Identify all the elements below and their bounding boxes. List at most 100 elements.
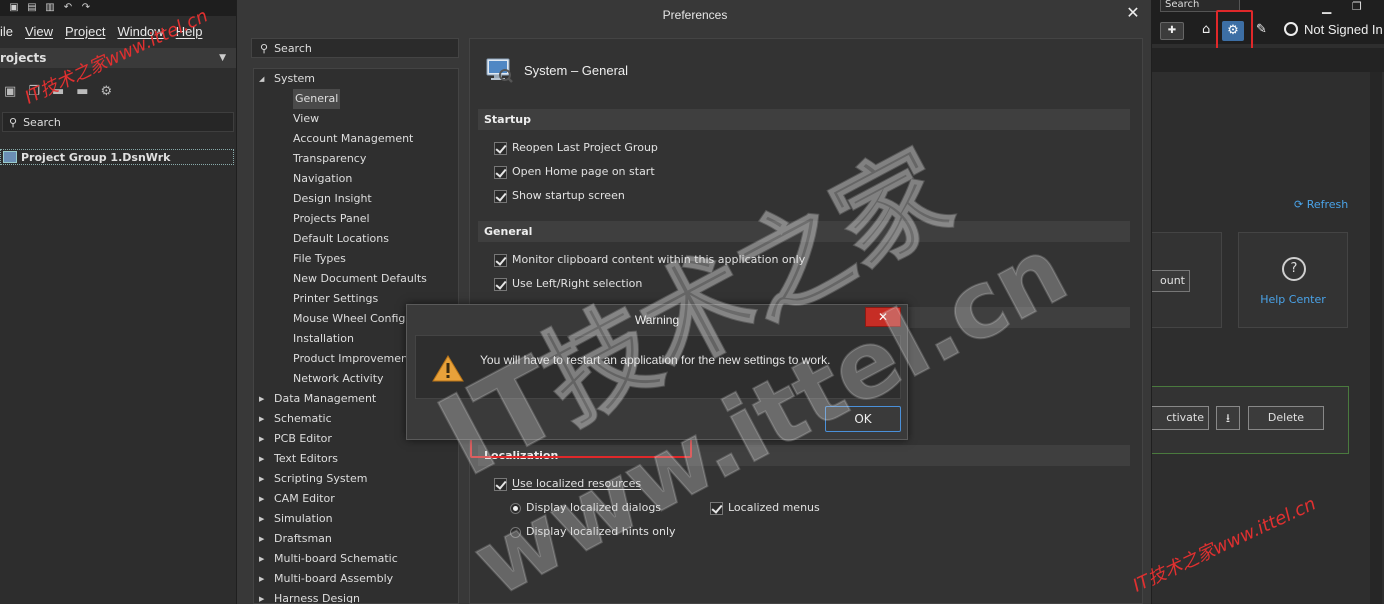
activate-button[interactable]: ctivate: [1152, 406, 1209, 430]
tree-item-projects-panel[interactable]: Projects Panel: [254, 209, 458, 229]
expand-arrow-icon[interactable]: ▶: [259, 489, 264, 509]
warning-title: Warning: [634, 313, 680, 327]
tree-item-label: Account Management: [293, 132, 414, 145]
tree-item-multi-board-schematic[interactable]: ▶ Multi-board Schematic: [254, 549, 458, 569]
open-home-checkbox[interactable]: [494, 165, 507, 179]
expand-arrow-icon[interactable]: ▶: [259, 429, 264, 449]
user-icon[interactable]: [1284, 22, 1298, 36]
ok-button[interactable]: OK: [825, 406, 901, 432]
option-reopen-last-project[interactable]: Reopen Last Project Group: [494, 138, 658, 158]
feedback-button[interactable]: ✚: [1160, 22, 1184, 40]
tree-item-file-types[interactable]: File Types: [254, 249, 458, 269]
save-project-icon[interactable]: ▣: [4, 84, 16, 99]
section-startup: Startup: [478, 109, 1130, 130]
redo-icon[interactable]: ↷: [80, 3, 92, 13]
collapse-arrow-icon[interactable]: ◢: [259, 69, 264, 89]
tree-item-simulation[interactable]: ▶ Simulation: [254, 509, 458, 529]
project-group-item[interactable]: Project Group 1.DsnWrk: [0, 149, 234, 165]
use-localized-checkbox[interactable]: [494, 477, 507, 491]
home-icon[interactable]: ⌂: [1202, 22, 1210, 37]
account-button[interactable]: ount: [1152, 270, 1190, 292]
search-icon: ⚲: [9, 115, 18, 129]
warning-close-button[interactable]: ✕: [865, 307, 901, 327]
tree-item-cam-editor[interactable]: ▶ CAM Editor: [254, 489, 458, 509]
expand-arrow-icon[interactable]: ▶: [259, 529, 264, 549]
menu-view[interactable]: View: [25, 24, 53, 39]
option-display-localized-dialogs[interactable]: Display localized dialogs: [510, 498, 661, 518]
expand-arrow-icon[interactable]: ▶: [259, 409, 264, 429]
expand-arrow-icon[interactable]: ▶: [259, 589, 264, 603]
startup-screen-checkbox[interactable]: [494, 189, 507, 203]
preferences-search-placeholder: Search: [274, 41, 312, 55]
menu-project[interactable]: Project: [65, 24, 105, 39]
menu-window[interactable]: Window: [117, 24, 163, 39]
projects-search-input[interactable]: ⚲ Search: [2, 112, 234, 132]
menu-file[interactable]: ile: [0, 24, 13, 39]
dialogs-radio[interactable]: [510, 502, 521, 514]
expand-arrow-icon[interactable]: ▶: [259, 469, 264, 489]
tree-item-label: Printer Settings: [293, 292, 379, 305]
tree-item-transparency[interactable]: Transparency: [254, 149, 458, 169]
tree-item-design-insight[interactable]: Design Insight: [254, 189, 458, 209]
reopen-checkbox[interactable]: [494, 141, 507, 155]
use-localized-label: Use localized resources: [512, 477, 642, 490]
tree-item-account-management[interactable]: Account Management: [254, 129, 458, 149]
download-icon[interactable]: ⭳: [1216, 406, 1240, 430]
user-status-label[interactable]: Not Signed In: [1304, 22, 1383, 37]
left-right-checkbox[interactable]: [494, 277, 507, 291]
tree-item-new-document-defaults[interactable]: New Document Defaults: [254, 269, 458, 289]
option-open-home-page[interactable]: Open Home page on start: [494, 162, 655, 182]
copy-icon[interactable]: ❐: [28, 84, 40, 99]
hints-radio[interactable]: [510, 526, 521, 538]
panel-menu-icon[interactable]: ▼: [219, 48, 226, 68]
open-project-icon[interactable]: ▥: [44, 3, 56, 13]
close-icon[interactable]: ✕: [1123, 2, 1143, 24]
option-use-localized-resources[interactable]: Use localized resources: [494, 474, 641, 494]
preferences-search-input[interactable]: ⚲ Search: [251, 38, 459, 58]
option-localized-menus[interactable]: Localized menus: [710, 498, 820, 518]
tree-item-multi-board-assembly[interactable]: ▶ Multi-board Assembly: [254, 569, 458, 589]
option-display-localized-hints[interactable]: Display localized hints only: [510, 522, 676, 542]
help-center-card[interactable]: ? Help Center: [1238, 232, 1348, 328]
option-left-right-selection[interactable]: Use Left/Right selection: [494, 274, 642, 294]
settings-icon[interactable]: ⚙: [101, 84, 113, 99]
minimize-icon[interactable]: ▁: [1322, 0, 1331, 14]
option-show-startup-screen[interactable]: Show startup screen: [494, 186, 625, 206]
projects-search-placeholder: Search: [23, 115, 61, 129]
preferences-title: Preferences: [662, 8, 728, 22]
tree-item-label: General: [293, 89, 341, 109]
restore-icon[interactable]: ❐: [1352, 0, 1362, 13]
notifications-off-icon[interactable]: ✎: [1256, 22, 1267, 37]
tree-item-view[interactable]: View: [254, 109, 458, 129]
tree-item-general[interactable]: General: [254, 89, 458, 109]
expand-arrow-icon[interactable]: ▶: [259, 389, 264, 409]
right-scrollbar[interactable]: [1370, 72, 1382, 604]
tree-item-text-editors[interactable]: ▶ Text Editors: [254, 449, 458, 469]
warning-triangle-icon: [432, 354, 464, 382]
tree-item-navigation[interactable]: Navigation: [254, 169, 458, 189]
save-icon[interactable]: ▣: [8, 3, 20, 13]
clipboard-checkbox[interactable]: [494, 253, 507, 267]
expand-arrow-icon[interactable]: ▶: [259, 569, 264, 589]
folder-icon[interactable]: ▬: [52, 84, 64, 99]
tree-item-default-locations[interactable]: Default Locations: [254, 229, 458, 249]
menus-checkbox[interactable]: [710, 501, 723, 515]
expand-arrow-icon[interactable]: ▶: [259, 449, 264, 469]
expand-arrow-icon[interactable]: ▶: [259, 509, 264, 529]
tree-item-draftsman[interactable]: ▶ Draftsman: [254, 529, 458, 549]
tree-item-scripting-system[interactable]: ▶ Scripting System: [254, 469, 458, 489]
tree-item-label: New Document Defaults: [293, 272, 427, 285]
tree-item-label: Scripting System: [274, 472, 368, 485]
undo-icon[interactable]: ↶: [62, 3, 74, 13]
main-menu-bar: ile View Project Window Help: [0, 18, 236, 44]
expand-arrow-icon[interactable]: ▶: [259, 549, 264, 569]
tree-item-harness-design[interactable]: ▶ Harness Design: [254, 589, 458, 603]
option-monitor-clipboard[interactable]: Monitor clipboard content within this ap…: [494, 250, 805, 270]
menu-help[interactable]: Help: [176, 24, 203, 39]
refresh-link[interactable]: ⟳ Refresh: [1294, 198, 1348, 211]
delete-button[interactable]: Delete: [1248, 406, 1324, 430]
folder-add-icon[interactable]: ▬: [76, 84, 88, 99]
tree-item-label: Text Editors: [274, 452, 339, 465]
tree-item-system[interactable]: ◢ System: [254, 69, 458, 89]
open-folder-icon[interactable]: ▤: [26, 3, 38, 13]
